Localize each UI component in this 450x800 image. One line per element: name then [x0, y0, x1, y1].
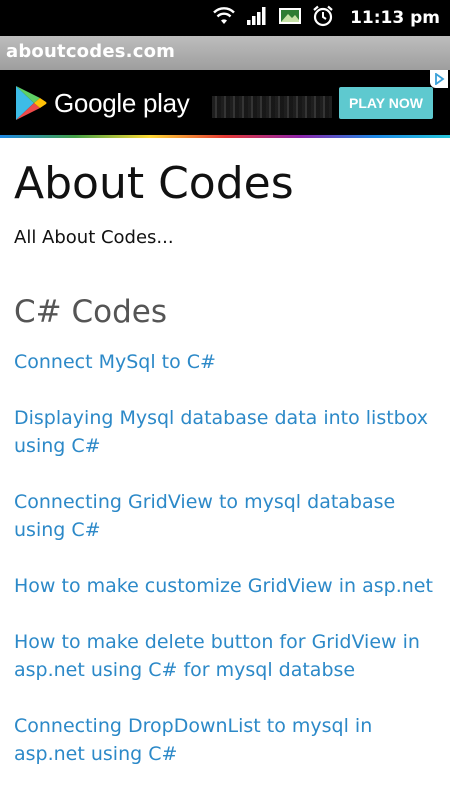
- status-icons: 11:13 pm: [212, 0, 440, 36]
- page-title: About Codes: [14, 158, 294, 209]
- site-tagline: All About Codes...: [14, 227, 174, 248]
- ad-banner[interactable]: Google play PLAY NOW: [0, 70, 450, 138]
- article-link[interactable]: Connect MySql to C#: [14, 348, 434, 376]
- wifi-icon: [212, 6, 236, 30]
- page-content: About Codes All About Codes... C# Codes …: [14, 140, 434, 768]
- status-bar: 11:13 pm: [0, 0, 450, 36]
- article-link[interactable]: Connecting GridView to mysql database us…: [14, 488, 434, 544]
- ad-stripe: [0, 135, 450, 138]
- google-play-logo: [14, 84, 48, 126]
- clock: 11:13 pm: [350, 8, 440, 28]
- article-link[interactable]: Connecting DropDownList to mysql in asp.…: [14, 712, 434, 768]
- adchoices-icon[interactable]: [430, 70, 448, 88]
- signal-icon: [246, 6, 268, 30]
- image-notification-icon: [278, 6, 302, 30]
- play-now-button[interactable]: PLAY NOW: [339, 87, 433, 119]
- article-link[interactable]: Displaying Mysql database data into list…: [14, 404, 434, 460]
- address-bar[interactable]: aboutcodes.com: [0, 36, 450, 71]
- section-heading: C# Codes: [14, 294, 167, 330]
- article-link-list: Connect MySql to C# Displaying Mysql dat…: [14, 348, 434, 768]
- alarm-icon: [312, 5, 334, 31]
- ad-graphic: [212, 96, 332, 118]
- ad-brand-text: Google play: [54, 88, 190, 118]
- article-link[interactable]: How to make delete button for GridView i…: [14, 628, 434, 684]
- url-text[interactable]: aboutcodes.com: [6, 41, 175, 62]
- article-link[interactable]: How to make customize GridView in asp.ne…: [14, 572, 434, 600]
